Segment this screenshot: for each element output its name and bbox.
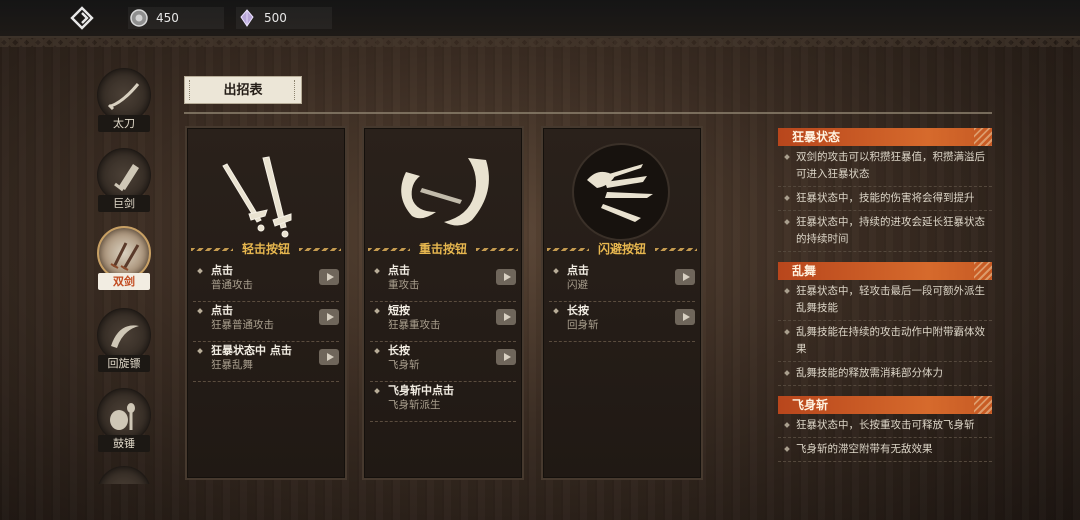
move-row: 点击 狂暴普通攻击 <box>193 302 339 342</box>
info-bullet: 狂暴状态中，持续的进攻会延长狂暴状态的持续时间 <box>778 211 992 252</box>
info-bullet: 双剑的攻击可以积攒狂暴值，积攒满溢后可进入狂暴状态 <box>778 146 992 187</box>
move-input: 飞身斩中点击 <box>388 384 454 397</box>
info-section: 飞身斩 狂暴状态中，长按重攻击可释放飞身斩 飞身斩的滞空附带有无敌效果 <box>778 396 992 462</box>
move-row: 狂暴状态中 点击 狂暴乱舞 <box>193 342 339 382</box>
dual-swords-icon <box>222 156 292 238</box>
coin-icon <box>130 9 148 27</box>
move-row: 点击 普通攻击 <box>193 262 339 302</box>
info-bullet: 乱舞技能在持续的攻击动作中附带霸体效果 <box>778 321 992 362</box>
panel-title: 闪避按钮 <box>543 240 701 258</box>
move-row: 点击 重攻击 <box>370 262 516 302</box>
crystal-value: 500 <box>264 11 287 25</box>
dual-blades-icon <box>110 242 140 271</box>
sidebar-item-dual-blades[interactable]: 双剑 <box>88 226 160 306</box>
info-bullet: 乱舞技能的释放需消耗部分体力 <box>778 362 992 386</box>
menu-logo-icon[interactable] <box>70 6 94 30</box>
crystal-icon <box>240 9 254 27</box>
heavy-attack-panel: 重击按钮 点击 重攻击 短按 狂暴重攻击 长按 飞身斩 飞身斩中点击 飞身斩派生 <box>362 126 524 480</box>
katana-icon <box>107 83 140 111</box>
top-bar: 450 500 <box>0 0 1080 47</box>
dodge-panel: 闪避按钮 点击 闪避 长按 回身斩 <box>541 126 703 480</box>
coin-value: 450 <box>156 11 179 25</box>
play-preview-button[interactable] <box>675 309 695 325</box>
info-section: 乱舞 狂暴状态中，轻攻击最后一段可额外派生乱舞技能 乱舞技能在持续的攻击动作中附… <box>778 262 992 386</box>
play-preview-button[interactable] <box>496 269 516 285</box>
play-preview-button[interactable] <box>496 349 516 365</box>
sidebar-item-label: 巨剑 <box>98 195 150 212</box>
move-description: 飞身斩派生 <box>388 399 441 411</box>
info-bullet: 狂暴状态中，轻攻击最后一段可额外派生乱舞技能 <box>778 280 992 321</box>
sidebar-item-label: 太刀 <box>98 115 150 132</box>
sidebar-item-label: 双剑 <box>98 273 150 290</box>
header-divider <box>184 112 992 114</box>
move-row: 点击 闪避 <box>549 262 695 302</box>
sidebar-item-label: 回旋镖 <box>98 355 150 372</box>
greatsword-icon <box>114 164 139 192</box>
drum-hammer-icon <box>110 403 135 430</box>
move-row: 飞身斩中点击 飞身斩派生 <box>370 382 516 422</box>
play-preview-button[interactable] <box>496 309 516 325</box>
move-row: 长按 回身斩 <box>549 302 695 342</box>
panel-title: 重击按钮 <box>364 240 522 258</box>
slash-swirl-icon <box>401 158 489 226</box>
sidebar-item-boomerang[interactable]: 回旋镖 <box>88 308 160 388</box>
light-attack-panel: 轻击按钮 点击 普通攻击 点击 狂暴普通攻击 狂暴状态中 点击 狂暴乱舞 <box>185 126 347 480</box>
section-title: 狂暴状态 <box>778 128 992 146</box>
sidebar-item-more[interactable] <box>88 466 160 484</box>
info-bullet: 飞身斩的滞空附带有无敌效果 <box>778 438 992 462</box>
move-row: 短按 狂暴重攻击 <box>370 302 516 342</box>
panel-title: 轻击按钮 <box>187 240 345 258</box>
crystal-counter: 500 <box>236 7 332 29</box>
mechanics-info-panel[interactable]: 狂暴状态 双剑的攻击可以积攒狂暴值，积攒满溢后可进入狂暴状态 狂暴状态中，技能的… <box>778 128 992 480</box>
weapon-sidebar: 太刀 巨剑 双剑 回旋镖 鼓锤 <box>88 64 160 484</box>
play-preview-button[interactable] <box>319 309 339 325</box>
sidebar-item-katana[interactable]: 太刀 <box>88 68 160 148</box>
info-section: 狂暴状态 双剑的攻击可以积攒狂暴值，积攒满溢后可进入狂暴状态 狂暴状态中，技能的… <box>778 128 992 252</box>
coin-counter: 450 <box>128 7 224 29</box>
info-bullet: 狂暴状态中，长按重攻击可释放飞身斩 <box>778 414 992 438</box>
move-row: 长按 飞身斩 <box>370 342 516 382</box>
tab-move-list[interactable]: 出招表 <box>184 76 302 104</box>
play-preview-button[interactable] <box>675 269 695 285</box>
sidebar-item-label: 鼓锤 <box>98 435 150 452</box>
play-preview-button[interactable] <box>319 269 339 285</box>
sidebar-item-greatsword[interactable]: 巨剑 <box>88 148 160 228</box>
boomerang-icon <box>111 325 139 348</box>
info-bullet: 狂暴状态中，技能的伤害将会得到提升 <box>778 187 992 211</box>
sidebar-item-drum-hammer[interactable]: 鼓锤 <box>88 388 160 468</box>
dash-dodge-icon <box>572 143 670 241</box>
section-title: 乱舞 <box>778 262 992 280</box>
section-title: 飞身斩 <box>778 396 992 414</box>
play-preview-button[interactable] <box>319 349 339 365</box>
